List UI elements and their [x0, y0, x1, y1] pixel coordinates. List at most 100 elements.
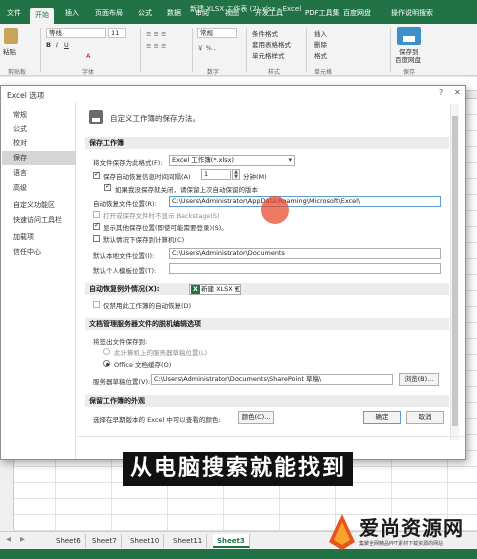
watermark-subtitle: 集聚全网精品PPT素材下载资源的网站 — [359, 541, 444, 547]
tab-baidu-pan[interactable]: 百度网盘 — [338, 6, 376, 20]
nav-item-formulas[interactable]: 公式 — [2, 122, 76, 136]
sheet-tab[interactable]: Sheet10 — [126, 534, 165, 548]
italic-icon[interactable]: I — [56, 41, 58, 49]
autorecover-minutes-input[interactable]: 1 — [201, 169, 231, 180]
title-bar: 文件 开始 插入 页面布局 公式 数据 审阅 视图 开发工具 PDF工具集 百度… — [0, 0, 477, 24]
paste-icon[interactable] — [4, 28, 18, 44]
template-location-label: 默认个人模板位置(T): — [93, 267, 157, 275]
disable-autorecover-checkbox[interactable] — [93, 301, 100, 308]
excel-file-icon: X — [191, 285, 200, 294]
underline-icon[interactable]: U — [64, 41, 69, 49]
browse-button[interactable]: 浏览(B)... — [399, 373, 439, 386]
tab-home[interactable]: 开始 — [30, 8, 54, 24]
disable-autorecover-label: 仅禁用此工作簿的自动恢复(D) — [103, 302, 192, 310]
next-sheet-icon[interactable]: ▶ — [20, 535, 25, 543]
radio-server-drafts-label: 此计算机上的服务器草稿位置(L) — [114, 349, 208, 357]
font-name-select[interactable]: 等线 — [46, 28, 106, 38]
insert-cells-button[interactable]: 插入 — [314, 28, 327, 38]
show-other-locations-checkbox[interactable] — [93, 221, 100, 230]
nav-item-quick-access[interactable]: 快速访问工具栏 — [2, 213, 76, 227]
bold-icon[interactable]: B — [46, 41, 51, 49]
ok-button[interactable]: 确定 — [363, 411, 401, 424]
radio-office-cache[interactable] — [103, 360, 110, 367]
autorecover-location-input[interactable]: C:\Users\Administrator\AppData\Roaming\M… — [169, 196, 441, 207]
baidu-pan-label[interactable]: 百度网盘 — [395, 54, 421, 64]
nav-item-save[interactable]: 保存 — [2, 151, 76, 165]
options-nav: 常规 公式 校对 保存 语言 高级 自定义功能区 快速访问工具栏 加载项 信任中… — [2, 102, 76, 459]
format-cells-button[interactable]: 格式 — [314, 50, 327, 60]
tab-data[interactable]: 数据 — [162, 6, 186, 20]
cancel-button[interactable]: 取消 — [406, 411, 444, 424]
nav-item-advanced[interactable]: 高级 — [2, 181, 76, 195]
tab-formulas[interactable]: 公式 — [133, 6, 157, 20]
tab-file[interactable]: 文件 — [2, 6, 26, 20]
save-format-select[interactable]: Excel 工作簿(*.xlsx) — [169, 155, 295, 166]
ribbon-separator — [306, 28, 307, 72]
checkout-label: 将签出文件保存到: — [93, 338, 148, 346]
save-to-computer-label: 默认情况下保存到计算机(C) — [103, 236, 185, 244]
cells-group-label: 单元格 — [314, 69, 333, 76]
paste-button-label[interactable]: 粘贴 — [3, 46, 16, 56]
clipboard-group-label: 剪贴板 — [8, 69, 27, 76]
table-format-button[interactable]: 套用表格格式 — [252, 39, 291, 49]
font-size-select[interactable]: 11 — [108, 28, 126, 38]
close-icon[interactable]: ✕ — [454, 88, 461, 97]
baidu-save-icon[interactable] — [397, 27, 421, 45]
section-offline-editing: 文档管理服务器文件的脱机编辑选项 — [85, 318, 449, 330]
colors-button[interactable]: 颜色(C)... — [238, 411, 274, 424]
sheet-tab[interactable]: Sheet6 — [52, 534, 86, 548]
template-location-input[interactable] — [169, 263, 441, 274]
section-save-workbooks: 保存工作簿 — [85, 137, 449, 149]
font-color-icon[interactable]: A — [86, 52, 90, 60]
ribbon-separator — [40, 28, 41, 72]
nav-item-trust-center[interactable]: 信任中心 — [2, 245, 76, 259]
autorecover-location-label: 自动恢复文件位置(R): — [93, 200, 157, 208]
help-icon[interactable]: ? — [439, 88, 443, 97]
radio-server-drafts[interactable] — [103, 348, 110, 355]
radio-office-cache-label: Office 文档缓存(O) — [114, 361, 172, 369]
ribbon-home: 粘贴 剪贴板 等线 11 B I U A 字体 ≡ ≡ ≡ ≡ ≡ ≡ 常规 ￥… — [0, 24, 477, 76]
no-backstage-checkbox[interactable] — [93, 211, 100, 218]
align-icon[interactable]: ≡ ≡ ≡ — [146, 30, 166, 38]
autorecover-checkbox[interactable] — [93, 170, 100, 179]
currency-icon[interactable]: ￥ % , — [197, 42, 216, 52]
local-file-location-label: 默认本地文件位置(I): — [93, 252, 155, 260]
watermark-name: 爱尚资源网 — [359, 516, 464, 540]
save-group-label: 保存 — [403, 69, 416, 76]
prev-sheet-icon[interactable]: ◀ — [6, 535, 11, 543]
sheet-tab[interactable]: Sheet11 — [169, 534, 208, 548]
drafts-location-input[interactable]: C:\Users\Administrator\Documents\SharePo… — [151, 374, 393, 385]
keep-last-version-checkbox[interactable] — [104, 182, 111, 191]
save-icon — [89, 110, 103, 124]
cell-styles-button[interactable]: 单元格样式 — [252, 50, 285, 60]
dialog-title: Excel 选项 — [7, 91, 45, 100]
nav-item-customize-ribbon[interactable]: 自定义功能区 — [2, 198, 76, 212]
number-group-label: 数字 — [207, 69, 220, 76]
number-format-select[interactable]: 常规 — [197, 28, 237, 38]
save-to-computer-checkbox[interactable] — [93, 235, 100, 242]
video-caption: 从电脑搜索就能找到 — [123, 452, 353, 486]
sheet-tab-active[interactable]: Sheet3 — [213, 534, 250, 548]
tab-insert[interactable]: 插入 — [60, 6, 84, 20]
tab-page-layout[interactable]: 页面布局 — [90, 6, 128, 20]
nav-item-language[interactable]: 语言 — [2, 166, 76, 180]
tell-me-search[interactable]: 操作说明搜索 — [386, 6, 438, 20]
drafts-location-label: 服务器草稿位置(V): — [93, 378, 151, 386]
nav-item-addins[interactable]: 加载项 — [2, 230, 76, 244]
section-autorecover-exceptions-label: 自动恢复例外情况(X): — [89, 285, 160, 293]
exceptions-workbook-select[interactable]: X 新建 XLSX 工作... — [189, 284, 241, 295]
minutes-spinner[interactable]: ▲ ▼ — [232, 169, 240, 180]
save-options-panel: 自定义工作簿的保存方法。 保存工作簿 将文件保存为此格式(F): Excel 工… — [77, 102, 449, 436]
conditional-format-button[interactable]: 条件格式 — [252, 28, 278, 38]
delete-cells-button[interactable]: 删除 — [314, 39, 327, 49]
nav-item-proofing[interactable]: 校对 — [2, 136, 76, 150]
font-group-label: 字体 — [82, 69, 95, 76]
local-file-location-input[interactable]: C:\Users\Administrator\Documents — [169, 248, 441, 259]
scrollbar-thumb[interactable] — [452, 116, 458, 426]
nav-item-general[interactable]: 常规 — [2, 108, 76, 122]
ribbon-separator — [192, 28, 193, 72]
sheet-tab[interactable]: Sheet7 — [88, 534, 122, 548]
align-icon[interactable]: ≡ ≡ ≡ — [146, 42, 166, 50]
format-label: 将文件保存为此格式(F): — [93, 159, 163, 167]
scrollbar[interactable] — [450, 104, 459, 440]
